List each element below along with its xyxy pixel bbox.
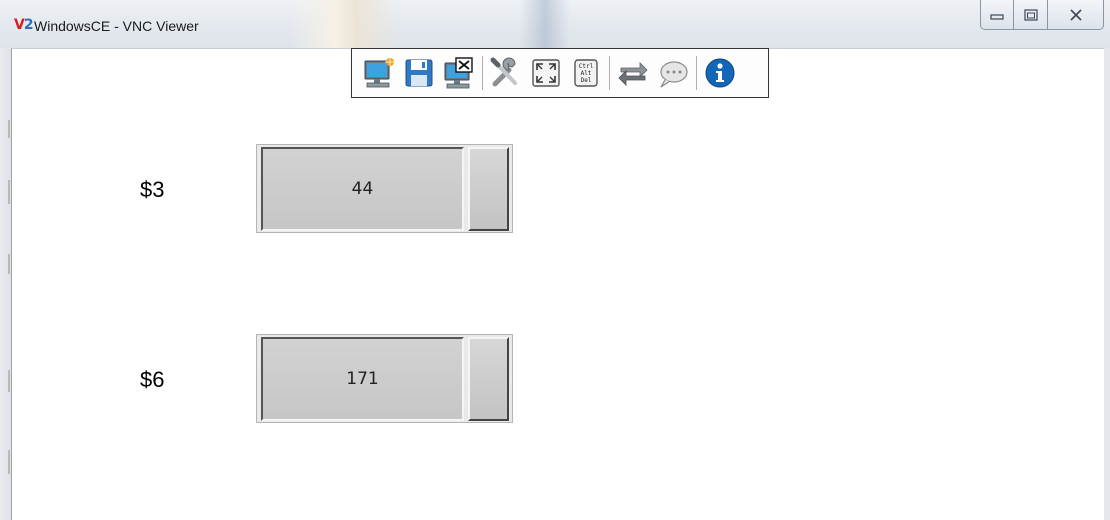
toolbar-separator xyxy=(696,56,697,90)
ctrl-alt-del-icon: Ctrl Alt Del xyxy=(574,59,598,87)
title-bar-decoration xyxy=(520,0,570,48)
disconnect-button[interactable] xyxy=(439,53,479,93)
title-bar: V2 WindowsCE - VNC Viewer xyxy=(0,0,1110,48)
window-left-border xyxy=(0,48,11,520)
fullscreen-button[interactable] xyxy=(526,53,566,93)
maximize-icon xyxy=(1023,8,1038,21)
edit-button[interactable] xyxy=(468,147,509,231)
toolbar-separator xyxy=(609,56,610,90)
ctrl-alt-del-button[interactable]: Ctrl Alt Del xyxy=(566,53,606,93)
register-label-s3: $3 xyxy=(140,177,165,202)
disconnect-icon xyxy=(444,57,473,89)
maximize-button[interactable] xyxy=(1014,0,1048,30)
edit-button[interactable] xyxy=(468,337,509,421)
chat-icon xyxy=(660,61,688,88)
options-icon xyxy=(490,57,517,87)
window-title: WindowsCE - VNC Viewer xyxy=(34,18,199,34)
svg-text:Del: Del xyxy=(581,77,592,84)
minimize-button[interactable] xyxy=(980,0,1014,30)
vnc-logo-icon: V2 xyxy=(14,17,34,33)
vnc-toolbar: Ctrl Alt Del xyxy=(351,48,769,98)
options-button[interactable] xyxy=(486,53,526,93)
title-bar-decoration xyxy=(290,0,400,48)
minimize-icon xyxy=(990,13,1004,20)
value-field-s3: 44 xyxy=(256,144,513,233)
window-controls xyxy=(980,0,1104,31)
close-icon xyxy=(1069,8,1082,21)
chat-button[interactable] xyxy=(653,53,693,93)
save-button[interactable] xyxy=(399,53,439,93)
new-connection-button[interactable] xyxy=(359,53,399,93)
fullscreen-icon xyxy=(532,59,560,87)
register-label-s6: $6 xyxy=(140,367,165,392)
remote-desktop-area[interactable] xyxy=(11,48,1104,520)
info-button[interactable] xyxy=(700,53,740,93)
svg-text:Ctrl: Ctrl xyxy=(579,63,594,70)
window-right-border xyxy=(1104,48,1110,520)
new-connection-icon xyxy=(364,57,395,88)
transfer-button[interactable] xyxy=(613,53,653,93)
transfer-icon xyxy=(618,62,648,86)
close-button[interactable] xyxy=(1048,0,1104,30)
toolbar-separator xyxy=(482,56,483,90)
info-icon xyxy=(705,58,735,88)
save-icon xyxy=(405,59,433,87)
svg-text:Alt: Alt xyxy=(581,70,592,77)
value-display[interactable]: 44 xyxy=(261,147,464,231)
value-display[interactable]: 171 xyxy=(261,337,464,421)
value-field-s6: 171 xyxy=(256,334,513,423)
